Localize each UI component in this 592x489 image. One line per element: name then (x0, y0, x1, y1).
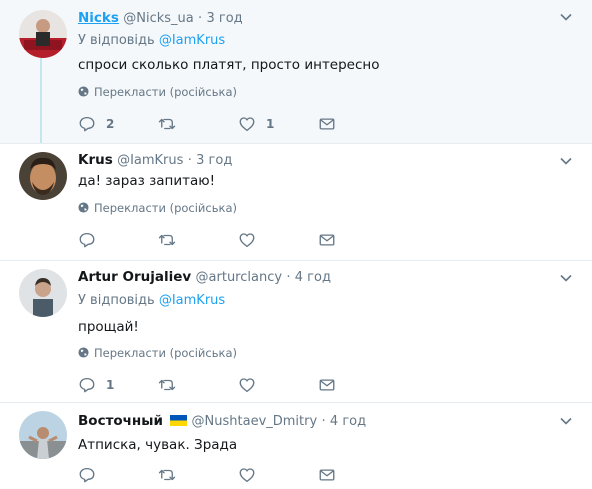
translate-label[interactable]: Перекласти (російська) (94, 201, 237, 215)
like-button[interactable] (238, 230, 266, 250)
author-name[interactable]: Nicks (78, 10, 119, 26)
reply-icon (79, 377, 95, 393)
tweet-text: прощай! (78, 319, 139, 335)
retweet-icon (158, 118, 176, 130)
thread-line (40, 52, 42, 143)
tweet-text: да! зараз запитаю! (78, 173, 216, 189)
tweet-text: спроси сколько платят, просто интересно (78, 57, 380, 73)
separator-dot: · (198, 11, 203, 26)
reply-icon (79, 232, 95, 248)
author-handle[interactable]: @IamKrus (117, 153, 183, 168)
separator-dot: · (286, 270, 291, 285)
direct-message-button[interactable] (318, 375, 336, 395)
reply-mention-link[interactable]: @IamKrus (159, 33, 225, 48)
tweet-actions: 2 1 (78, 114, 358, 134)
reply-button[interactable] (78, 230, 106, 250)
translate-label[interactable]: Перекласти (російська) (94, 346, 237, 360)
reply-context: У відповідь @IamKrus (78, 292, 225, 310)
message-icon (319, 118, 335, 130)
reply-button[interactable] (78, 465, 96, 485)
retweet-button[interactable] (158, 114, 186, 134)
like-count: 1 (266, 117, 275, 131)
avatar[interactable] (19, 152, 67, 200)
author-handle[interactable]: @arturclancy (196, 270, 283, 285)
retweet-button[interactable] (158, 465, 176, 485)
like-button[interactable] (238, 375, 266, 395)
tweet-nicks[interactable]: Nicks @Nicks_ua · 3 год У відповідь @Iam… (0, 0, 592, 143)
reply-icon (79, 116, 95, 132)
tweet-vostochny[interactable]: Восточный @Nushtaev_Dmitry · 4 год Атпис… (0, 403, 592, 489)
timestamp[interactable]: 3 год (206, 11, 242, 26)
like-icon (239, 468, 255, 483)
message-icon (319, 234, 335, 246)
timestamp[interactable]: 4 год (330, 414, 366, 429)
tweet-krus[interactable]: Krus @IamKrus · 3 год да! зараз запитаю!… (0, 144, 592, 260)
direct-message-button[interactable] (318, 230, 336, 250)
author-name[interactable]: Krus (78, 152, 113, 168)
like-button[interactable] (238, 465, 256, 485)
tweet-actions (78, 465, 358, 485)
translate-label[interactable]: Перекласти (російська) (94, 85, 237, 99)
author-name[interactable]: Artur Orujaliev (78, 269, 191, 285)
tweet-actions (78, 230, 358, 250)
message-icon (319, 379, 335, 391)
avatar[interactable] (19, 411, 67, 459)
like-icon (239, 117, 255, 132)
direct-message-button[interactable] (318, 114, 336, 134)
avatar[interactable] (19, 10, 67, 58)
translate-link[interactable]: Перекласти (російська) (78, 84, 237, 100)
message-icon (319, 469, 335, 481)
author-name[interactable]: Восточный (78, 413, 163, 429)
avatar[interactable] (19, 269, 67, 317)
reply-prefix: У відповідь (78, 293, 155, 308)
chevron-down-icon[interactable] (558, 9, 574, 25)
author-handle[interactable]: @Nicks_ua (123, 11, 194, 26)
tweet-artur-orujaliev[interactable]: Artur Orujaliev @arturclancy · 4 год У в… (0, 261, 592, 402)
ukraine-flag-icon (170, 415, 188, 426)
translate-link[interactable]: Перекласти (російська) (78, 200, 237, 216)
chevron-down-icon[interactable] (558, 413, 574, 429)
retweet-icon (158, 234, 176, 246)
chevron-down-icon[interactable] (558, 270, 574, 286)
reply-count: 2 (106, 117, 115, 131)
retweet-button[interactable] (158, 230, 186, 250)
globe-icon (78, 202, 89, 213)
like-button[interactable]: 1 (238, 114, 274, 134)
tweet-actions: 1 (78, 375, 358, 395)
tweet-text: Атписка, чувак. Зрада (78, 437, 238, 453)
author-handle[interactable]: @Nushtaev_Dmitry (192, 414, 318, 429)
retweet-icon (158, 469, 176, 481)
retweet-icon (158, 379, 176, 391)
like-icon (239, 378, 255, 393)
like-icon (239, 233, 255, 248)
reply-prefix: У відповідь (78, 33, 155, 48)
translate-link[interactable]: Перекласти (російська) (78, 345, 237, 361)
globe-icon (78, 347, 89, 358)
globe-icon (78, 86, 89, 97)
timestamp[interactable]: 3 год (196, 153, 232, 168)
reply-icon (79, 467, 95, 483)
reply-count: 1 (106, 378, 115, 392)
direct-message-button[interactable] (318, 465, 336, 485)
separator-dot: · (321, 414, 326, 429)
chevron-down-icon[interactable] (558, 153, 574, 169)
retweet-button[interactable] (158, 375, 186, 395)
separator-dot: · (187, 153, 192, 168)
reply-button[interactable]: 1 (78, 375, 114, 395)
reply-button[interactable]: 2 (78, 114, 114, 134)
reply-mention-link[interactable]: @IamKrus (159, 293, 225, 308)
timestamp[interactable]: 4 год (295, 270, 331, 285)
reply-context: У відповідь @IamKrus (78, 32, 225, 50)
